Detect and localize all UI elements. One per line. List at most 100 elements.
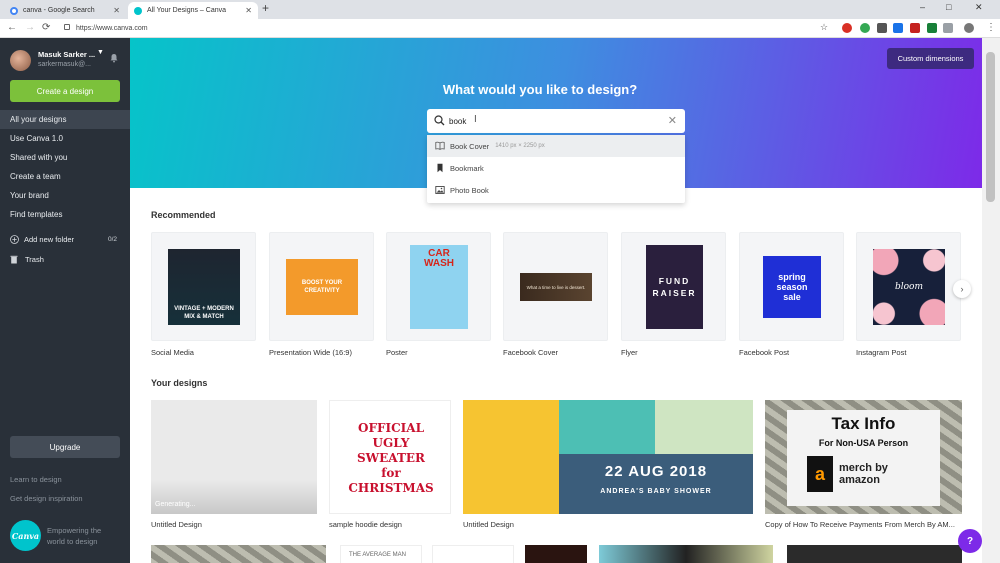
design-search-input[interactable]: book I ✕ (427, 109, 685, 133)
browser-tab-bar: canva - Google Search ✕ All Your Designs… (0, 0, 1000, 19)
template-thumbnail: What a time to live is dessert. (520, 273, 592, 301)
tab-close-icon[interactable]: ✕ (113, 6, 120, 15)
close-icon[interactable]: ✕ (975, 2, 983, 13)
design-card-baby-shower[interactable]: 22 AUG 2018 ANDREA'S BABY SHOWER (463, 400, 753, 514)
extension-icon[interactable] (877, 23, 887, 33)
plus-icon[interactable]: + (262, 1, 269, 15)
reload-icon[interactable]: ⟳ (42, 22, 50, 33)
folder-count: 0/2 (107, 236, 117, 243)
design-label[interactable]: Untitled Design (463, 520, 514, 529)
bookmark-icon (437, 163, 443, 173)
template-flyer[interactable]: FUND RAISER (621, 232, 726, 341)
sidebar-item-all-designs[interactable]: All your designs (0, 110, 130, 129)
trash-button[interactable]: Trash (10, 255, 44, 264)
bookmark-star-icon[interactable]: ☆ (820, 22, 828, 33)
template-label[interactable]: Facebook Cover (503, 348, 558, 357)
template-thumbnail: spring season sale (763, 256, 821, 318)
bell-icon[interactable] (109, 53, 119, 63)
template-instagram-post[interactable]: bloom (856, 232, 961, 341)
extension-icon[interactable] (842, 23, 852, 33)
sidebar: Masuk Sarker ... ▼ sarkermasuk@... Creat… (0, 38, 130, 563)
book-icon (435, 141, 445, 150)
back-arrow-icon[interactable]: ← (7, 22, 17, 33)
extension-icon[interactable] (860, 23, 870, 33)
avatar[interactable] (10, 50, 31, 71)
plus-circle-icon (10, 235, 19, 244)
extension-icon[interactable] (910, 23, 920, 33)
add-folder-button[interactable]: Add new folder 0/2 (10, 235, 120, 244)
tab-title: canva - Google Search (23, 7, 95, 14)
template-thumbnail: FUND RAISER (646, 245, 703, 329)
forward-arrow-icon[interactable]: → (25, 22, 35, 33)
minimize-icon[interactable]: – (920, 2, 925, 12)
design-card[interactable] (525, 545, 587, 563)
upgrade-button[interactable]: Upgrade (10, 436, 120, 458)
template-label[interactable]: Poster (386, 348, 408, 357)
template-facebook-cover[interactable]: What a time to live is dessert. (503, 232, 608, 341)
decor-block (559, 400, 655, 454)
sidebar-item-your-brand[interactable]: Your brand (0, 186, 130, 205)
design-card-generating[interactable]: Generating... (151, 400, 317, 514)
profile-avatar-icon[interactable] (964, 23, 974, 33)
template-label[interactable]: Flyer (621, 348, 638, 357)
help-button[interactable]: ? (958, 529, 982, 553)
tax-subtitle: For Non-USA Person (818, 438, 909, 448)
design-label[interactable]: Copy of How To Receive Payments From Mer… (765, 520, 955, 529)
extension-icon[interactable] (893, 23, 903, 33)
maximize-icon[interactable]: □ (946, 2, 951, 12)
suggestion-label: Bookmark (450, 163, 484, 173)
custom-dimensions-button[interactable]: Custom dimensions (887, 48, 974, 69)
address-bar[interactable]: https://www.canva.com (64, 21, 834, 36)
tab-title: All Your Designs – Canva (147, 7, 226, 14)
browser-tab-google[interactable]: canva - Google Search ✕ (4, 2, 126, 19)
design-card[interactable] (432, 545, 514, 563)
template-label[interactable]: Presentation Wide (16:9) (269, 348, 352, 357)
learn-to-design-link[interactable]: Learn to design (10, 475, 62, 484)
extension-icon[interactable] (927, 23, 937, 33)
suggestion-label: Book Cover (450, 141, 490, 151)
template-label[interactable]: Instagram Post (856, 348, 906, 357)
suggestion-photo-book[interactable]: Photo Book (427, 179, 685, 201)
template-thumbnail: BOOST YOUR CREATIVITY (286, 259, 358, 315)
clear-search-icon[interactable]: ✕ (668, 114, 677, 127)
template-social-media[interactable]: VINTAGE + MODERN MIX & MATCH (151, 232, 256, 341)
chevron-right-icon[interactable]: › (953, 280, 971, 298)
browser-menu-icon[interactable]: ⋮ (986, 22, 996, 33)
chevron-down-icon[interactable]: ▼ (97, 49, 104, 56)
design-card[interactable] (599, 545, 773, 563)
template-presentation[interactable]: BOOST YOUR CREATIVITY (269, 232, 374, 341)
generating-status: Generating... (155, 501, 196, 508)
template-poster[interactable]: CAR WASH (386, 232, 491, 341)
design-card[interactable] (151, 545, 326, 563)
suggestion-book-cover[interactable]: Book Cover 1410 px × 2250 px (427, 135, 685, 157)
template-facebook-post[interactable]: spring season sale (739, 232, 844, 341)
design-label[interactable]: sample hoodie design (329, 520, 402, 529)
trash-label: Trash (25, 255, 44, 264)
template-label[interactable]: Social Media (151, 348, 194, 357)
browser-tab-canva[interactable]: All Your Designs – Canva ✕ (128, 2, 258, 19)
create-design-button[interactable]: Create a design (10, 80, 120, 102)
main-content: Custom dimensions What would you like to… (130, 38, 982, 563)
scrollbar-thumb[interactable] (986, 52, 995, 202)
sidebar-item-find-templates[interactable]: Find templates (0, 205, 130, 224)
design-thumbnail: 22 AUG 2018 ANDREA'S BABY SHOWER (559, 400, 753, 514)
design-card[interactable]: THE AVERAGE MAN (340, 545, 422, 563)
design-inspiration-link[interactable]: Get design inspiration (10, 494, 83, 503)
suggestion-bookmark[interactable]: Bookmark (427, 157, 685, 179)
template-thumbnail: VINTAGE + MODERN MIX & MATCH (168, 249, 240, 325)
design-card[interactable] (787, 545, 962, 563)
canva-logo[interactable]: Canva (10, 520, 41, 551)
page-scrollbar[interactable] (982, 38, 1000, 563)
sidebar-item-create-team[interactable]: Create a team (0, 167, 130, 186)
extension-icon[interactable] (943, 23, 953, 33)
design-label[interactable]: Untitled Design (151, 520, 202, 529)
user-email: sarkermasuk@... (38, 61, 92, 68)
tab-close-icon[interactable]: ✕ (245, 6, 252, 15)
design-card-tax-info[interactable]: Tax Info For Non-USA Person a merch by a… (765, 400, 962, 514)
template-thumbnail: bloom (873, 249, 945, 325)
sidebar-item-shared[interactable]: Shared with you (0, 148, 130, 167)
template-label[interactable]: Facebook Post (739, 348, 789, 357)
sidebar-item-use-canva-1[interactable]: Use Canva 1.0 (0, 129, 130, 148)
user-name[interactable]: Masuk Sarker ... (38, 50, 95, 59)
design-card-hoodie[interactable]: OFFICIAL UGLY SWEATER for CHRISTMAS (329, 400, 451, 514)
